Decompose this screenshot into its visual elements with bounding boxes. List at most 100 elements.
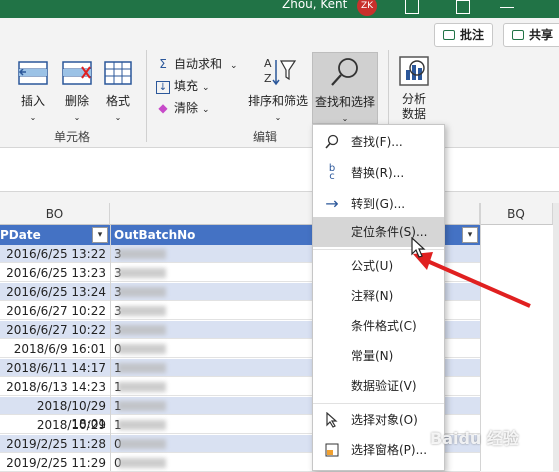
analyze-data-icon bbox=[399, 56, 429, 86]
menu-item-label: 替换(R)... bbox=[351, 166, 405, 180]
pdate-cell[interactable]: 2019/2/25 11:28 bbox=[0, 435, 108, 453]
fill-down-icon: ↓ bbox=[156, 81, 170, 94]
column-divider bbox=[110, 225, 111, 471]
chevron-down-icon: ⌄ bbox=[230, 61, 238, 71]
magnifier-icon bbox=[331, 58, 358, 86]
chevron-down-icon: ⌄ bbox=[274, 113, 282, 122]
account-name[interactable]: Zhou, Kent bbox=[282, 0, 347, 11]
comments-button[interactable]: 批注 bbox=[434, 23, 494, 47]
chevron-down-icon: ⌄ bbox=[341, 114, 349, 123]
svg-text:A: A bbox=[264, 57, 272, 70]
chevron-down-icon: ⌄ bbox=[73, 113, 81, 122]
account-avatar[interactable]: ZK bbox=[357, 0, 377, 16]
column-header-bo[interactable]: BO bbox=[0, 203, 110, 225]
redacted-value bbox=[118, 249, 166, 259]
comments-label: 批注 bbox=[460, 28, 485, 42]
sort-filter-button[interactable]: AZ 排序和筛选 ⌄ bbox=[246, 54, 310, 125]
clear-button[interactable]: ◆ 清除 ⌄ bbox=[156, 98, 209, 118]
vertical-scrollbar[interactable] bbox=[553, 203, 559, 471]
format-label: 格式 bbox=[105, 94, 130, 108]
pdate-cell[interactable]: 2016/6/27 10:22 bbox=[0, 321, 108, 339]
pdate-cell[interactable]: 2018/6/9 16:01 bbox=[0, 340, 108, 358]
autosum-label: 自动求和 bbox=[174, 57, 223, 71]
menu-item-goto[interactable]: → 转到(G)... bbox=[313, 189, 444, 219]
watermark: Baidu 经验 bbox=[430, 429, 519, 448]
minimize-icon[interactable] bbox=[500, 0, 514, 8]
menu-item-replace[interactable]: bc 替换(R)... bbox=[313, 158, 444, 188]
menu-item-label: 条件格式(C) bbox=[351, 319, 417, 333]
redacted-value bbox=[118, 306, 166, 316]
redacted-value bbox=[118, 287, 166, 297]
fill-button[interactable]: ↓ 填充 ⌄ bbox=[156, 76, 210, 96]
mouse-cursor-icon bbox=[411, 237, 426, 258]
chevron-down-icon: ⌄ bbox=[29, 113, 37, 122]
delete-label: 删除 bbox=[64, 94, 89, 108]
autosum-button[interactable]: Σ 自动求和 ⌄ bbox=[156, 54, 238, 74]
pdate-cell[interactable]: 2016/6/25 13:24 bbox=[0, 283, 108, 301]
menu-item-label: 注释(N) bbox=[351, 289, 394, 303]
filter-dropdown-icon[interactable]: ▾ bbox=[92, 227, 108, 243]
group-separator bbox=[146, 50, 147, 142]
pdate-cell[interactable]: 2016/6/27 10:22 bbox=[0, 302, 108, 320]
pdate-cell[interactable]: 2018/6/13 14:23 bbox=[0, 378, 108, 396]
arrow-right-icon: → bbox=[325, 194, 339, 213]
menu-item-constants[interactable]: 常量(N) bbox=[313, 341, 444, 371]
menu-item-selection-pane[interactable]: 选择窗格(P)... bbox=[313, 435, 444, 465]
redacted-value bbox=[118, 268, 166, 278]
fill-label: 填充 bbox=[174, 79, 199, 93]
redacted-value bbox=[118, 420, 166, 430]
upload-icon[interactable] bbox=[405, 0, 419, 14]
menu-item-conditional-formatting[interactable]: 条件格式(C) bbox=[313, 311, 444, 341]
menu-item-label: 常量(N) bbox=[351, 349, 394, 363]
redacted-value bbox=[118, 325, 166, 335]
selection-pane-icon bbox=[323, 442, 341, 458]
analyze-label: 分析 bbox=[401, 92, 426, 106]
cursor-icon bbox=[323, 411, 341, 428]
redacted-value bbox=[118, 344, 166, 354]
redacted-value bbox=[118, 439, 166, 449]
pdate-cell[interactable]: 2018/6/11 14:17 bbox=[0, 359, 108, 377]
pdate-cell[interactable]: 2016/6/25 13:22 bbox=[0, 245, 108, 263]
sort-filter-icon: AZ bbox=[264, 57, 297, 86]
find-select-button[interactable]: 查找和选择 ⌄ bbox=[312, 52, 378, 124]
menu-item-find[interactable]: 查找(F)... bbox=[313, 127, 444, 157]
redacted-value bbox=[118, 382, 166, 392]
menu-item-label: 转到(G)... bbox=[351, 197, 406, 211]
replace-icon: bc bbox=[328, 163, 336, 182]
column-header-bq[interactable]: BQ bbox=[480, 203, 553, 225]
menu-item-select-objects[interactable]: 选择对象(O) bbox=[313, 405, 444, 435]
comment-icon bbox=[443, 30, 455, 40]
share-button[interactable]: 共享 bbox=[503, 23, 559, 47]
redacted-value bbox=[118, 363, 166, 373]
restore-icon[interactable] bbox=[456, 0, 470, 14]
share-icon bbox=[512, 30, 524, 40]
find-select-label: 查找和选择 bbox=[314, 95, 375, 109]
menu-item-data-validation[interactable]: 数据验证(V) bbox=[313, 371, 444, 401]
header-cell-outbatchno[interactable]: OutBatchNo bbox=[114, 225, 195, 245]
header-cell-pdate[interactable]: PDate bbox=[0, 225, 41, 245]
delete-icon bbox=[62, 61, 92, 85]
share-label: 共享 bbox=[529, 28, 554, 42]
menu-item-label: 数据验证(V) bbox=[351, 379, 417, 393]
pdate-cell[interactable]: 2016/6/25 13:23 bbox=[0, 264, 108, 282]
search-icon bbox=[323, 134, 341, 150]
format-icon bbox=[104, 61, 132, 85]
cells-group-label: 单元格 bbox=[54, 130, 91, 144]
analyze-data-button[interactable]: 分析 数据 bbox=[394, 54, 434, 122]
find-select-inner: 查找和选择 ⌄ bbox=[313, 55, 377, 126]
delete-button[interactable]: 删除 ⌄ bbox=[58, 58, 96, 125]
editing-group-label: 编辑 bbox=[253, 130, 278, 144]
menu-item-label: 公式(U) bbox=[351, 259, 394, 273]
insert-button[interactable]: 插入 ⌄ bbox=[14, 58, 52, 125]
menu-item-label: 选择对象(O) bbox=[351, 413, 418, 427]
insert-label: 插入 bbox=[20, 94, 45, 108]
title-bar: Zhou, Kent ZK bbox=[0, 0, 559, 18]
redacted-value bbox=[118, 401, 166, 411]
menu-item-label: 选择窗格(P)... bbox=[351, 443, 428, 457]
pdate-cell[interactable]: 2019/2/25 11:29 bbox=[0, 454, 108, 472]
format-button[interactable]: 格式 ⌄ bbox=[100, 58, 136, 125]
menu-item-label: 查找(F)... bbox=[351, 135, 403, 149]
insert-icon bbox=[18, 61, 48, 85]
formula-bar[interactable] bbox=[0, 148, 559, 192]
ribbon: 批注 共享 插入 ⌄ 删除 ⌄ 格式 ⌄ 单元格 Σ 自动求和 ⌄ ↓ 填充 ⌄ ◆ 清除 ⌄ A… bbox=[0, 18, 559, 148]
